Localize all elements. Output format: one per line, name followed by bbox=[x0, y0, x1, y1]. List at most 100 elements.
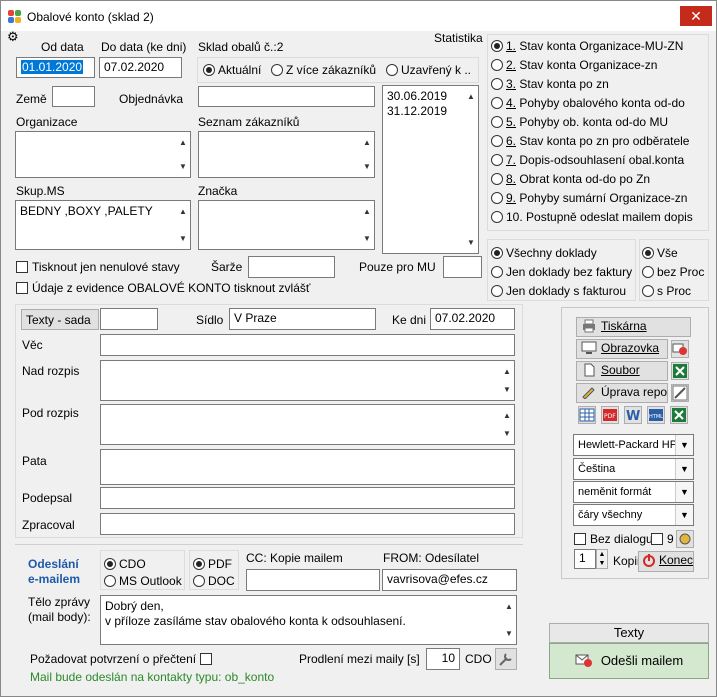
chevron-down-icon[interactable]: ▼ bbox=[675, 482, 693, 502]
scroll-down-icon[interactable]: ▼ bbox=[362, 159, 372, 174]
wrench-icon[interactable] bbox=[495, 648, 517, 670]
table-icon[interactable] bbox=[578, 406, 596, 424]
scrollbar[interactable]: ▲ ▼ bbox=[500, 361, 514, 400]
scrollbar[interactable]: ▲ ▼ bbox=[360, 132, 374, 177]
chevron-down-icon[interactable]: ▼ bbox=[675, 435, 693, 455]
settings-icon[interactable] bbox=[676, 530, 694, 548]
statistika-option-2[interactable]: 2. Stav konta Organizace-zn bbox=[491, 58, 657, 72]
do-data-input[interactable]: 07.02.2020 bbox=[99, 57, 182, 78]
statistika-option-1[interactable]: 1. Stav konta Organizace-MU-ZN bbox=[491, 39, 683, 53]
language-select[interactable]: Čeština ▼ bbox=[573, 458, 694, 480]
nad-rozpis-textarea[interactable]: ▲ ▼ bbox=[100, 360, 515, 401]
scrollbar[interactable]: ▲ ▼ bbox=[360, 201, 374, 249]
radio-uzavreny[interactable]: Uzavřený k .. bbox=[386, 63, 471, 77]
organizace-textarea[interactable]: ▲ ▼ bbox=[15, 131, 191, 178]
nenulove-checkbox[interactable]: Tisknout jen nenulové stavy bbox=[16, 260, 180, 274]
texty-sada-input[interactable] bbox=[100, 308, 158, 330]
scrollbar[interactable]: ▲ ▼ bbox=[464, 86, 478, 253]
scrollbar[interactable]: ▲ ▼ bbox=[176, 201, 190, 249]
scroll-up-icon[interactable]: ▲ bbox=[178, 204, 188, 219]
statistika-option-9[interactable]: 9. Pohyby sumární Organizace-zn bbox=[491, 191, 687, 205]
format-select[interactable]: neměnit formát ▼ bbox=[573, 481, 694, 503]
soubor-button[interactable]: Soubor bbox=[576, 361, 668, 381]
vec-input[interactable] bbox=[100, 334, 515, 356]
podepsal-input[interactable] bbox=[100, 487, 515, 509]
mail-body-textarea[interactable]: Dobrý den, v příloze zasíláme stav obalo… bbox=[100, 595, 517, 645]
statistika-option-8[interactable]: 8. Obrat konta od-do po Zn bbox=[491, 172, 650, 186]
mail-stamp-icon[interactable] bbox=[671, 340, 689, 358]
zeme-input[interactable] bbox=[52, 86, 95, 107]
objednavka-input[interactable] bbox=[198, 86, 375, 107]
sidlo-input[interactable]: V Praze bbox=[229, 308, 376, 330]
scroll-down-icon[interactable]: ▼ bbox=[178, 159, 188, 174]
scrollbar[interactable]: ▲ ▼ bbox=[176, 132, 190, 177]
statistika-option-4[interactable]: 4. Pohyby obalového konta od-do bbox=[491, 96, 685, 110]
scrollbar[interactable]: ▲ ▼ bbox=[500, 405, 514, 444]
scroll-up-icon[interactable]: ▲ bbox=[502, 364, 512, 379]
gear-icon[interactable]: ⚙ bbox=[7, 30, 21, 44]
close-button[interactable]: ✕ bbox=[680, 6, 712, 26]
uzaverky-list[interactable]: 30.06.2019 31.12.2019 ▲ ▼ bbox=[382, 85, 479, 254]
scroll-up-icon[interactable]: ▲ bbox=[466, 89, 476, 104]
printer-select[interactable]: Hewlett-Packard HP ▼ bbox=[573, 434, 694, 456]
list-item[interactable]: 31.12.2019 bbox=[387, 104, 474, 119]
statistika-option-10[interactable]: 10. Postupně odeslat mailem dopis bbox=[491, 210, 693, 224]
scroll-down-icon[interactable]: ▼ bbox=[504, 626, 514, 641]
scroll-down-icon[interactable]: ▼ bbox=[178, 231, 188, 246]
scroll-up-icon[interactable]: ▲ bbox=[178, 135, 188, 150]
scrollbar[interactable]: ▲ ▼ bbox=[502, 596, 516, 644]
chevron-down-icon[interactable]: ▼ bbox=[675, 505, 693, 525]
pouze-mu-input[interactable] bbox=[443, 256, 482, 278]
html-icon[interactable]: HTML bbox=[647, 406, 665, 424]
sarze-input[interactable] bbox=[248, 256, 335, 278]
konec-button[interactable]: Konec bbox=[638, 551, 694, 572]
radio-bez-proc[interactable]: bez Proc bbox=[642, 265, 704, 279]
odesli-mailem-button[interactable]: Odešli mailem bbox=[549, 643, 709, 679]
chevron-down-icon[interactable]: ▼ bbox=[675, 459, 693, 479]
scroll-up-icon[interactable]: ▲ bbox=[502, 408, 512, 423]
potvrzeni-checkbox[interactable] bbox=[200, 652, 216, 666]
radio-s-fakturou[interactable]: Jen doklady s fakturou bbox=[491, 284, 626, 298]
scroll-up-icon[interactable]: ▲ bbox=[362, 204, 372, 219]
word-icon[interactable]: W bbox=[624, 406, 642, 424]
scroll-down-icon[interactable]: ▼ bbox=[466, 235, 476, 250]
copies-input[interactable]: 1 bbox=[574, 549, 596, 569]
scroll-up-icon[interactable]: ▲ bbox=[362, 135, 372, 150]
scroll-down-icon[interactable]: ▼ bbox=[502, 426, 512, 441]
excel-export-icon[interactable] bbox=[670, 406, 688, 424]
prodleni-input[interactable]: 10 bbox=[426, 648, 460, 670]
bez-dialogu-checkbox[interactable]: Bez dialogu bbox=[574, 532, 653, 546]
scroll-down-icon[interactable]: ▼ bbox=[502, 382, 512, 397]
od-data-input[interactable]: 01.01.2020 bbox=[16, 57, 95, 78]
copies-spinner[interactable]: ▲ ▼ bbox=[596, 549, 608, 569]
tiskarna-button[interactable]: Tiskárna bbox=[576, 317, 691, 337]
radio-doc[interactable]: DOC bbox=[193, 574, 235, 588]
texty-button[interactable]: Texty bbox=[549, 623, 709, 643]
znacka-textarea[interactable]: ▲ ▼ bbox=[198, 200, 375, 250]
radio-pdf[interactable]: PDF bbox=[193, 557, 232, 571]
radio-bez-faktury[interactable]: Jen doklady bez faktury bbox=[491, 265, 632, 279]
radio-ms-outlook[interactable]: MS Outlook bbox=[104, 574, 182, 588]
pdf-icon[interactable]: PDF bbox=[601, 406, 619, 424]
radio-vsechny-doklady[interactable]: Všechny doklady bbox=[491, 246, 597, 260]
texty-sada-button[interactable]: Texty - sada bbox=[21, 309, 99, 330]
scroll-up-icon[interactable]: ▲ bbox=[504, 599, 514, 614]
lines-select[interactable]: čáry všechny ▼ bbox=[573, 504, 694, 526]
list-item[interactable]: 30.06.2019 bbox=[387, 89, 474, 104]
statistika-option-7[interactable]: 7. Dopis-odsouhlasení obal.konta bbox=[491, 153, 684, 167]
pata-textarea[interactable] bbox=[100, 449, 515, 485]
scroll-down-icon[interactable]: ▼ bbox=[362, 231, 372, 246]
radio-cdo[interactable]: CDO bbox=[104, 557, 146, 571]
nine-checkbox[interactable]: 9 bbox=[651, 532, 674, 546]
radio-s-proc[interactable]: s Proc bbox=[642, 284, 691, 298]
skupms-textarea[interactable]: BEDNY ,BOXY ,PALETY ▲ ▼ bbox=[15, 200, 191, 250]
statistika-option-6[interactable]: 6. Stav konta po zn pro odběratele bbox=[491, 134, 689, 148]
ke-dni-input[interactable]: 07.02.2020 bbox=[430, 308, 515, 330]
obrazovka-button[interactable]: Obrazovka bbox=[576, 339, 668, 359]
udaje-zvlast-checkbox[interactable]: Údaje z evidence OBALOVÉ KONTO tisknout … bbox=[16, 281, 310, 295]
seznam-zakazniku-textarea[interactable]: ▲ ▼ bbox=[198, 131, 375, 178]
statistika-option-5[interactable]: 5. Pohyby ob. konta od-do MU bbox=[491, 115, 668, 129]
uprava-reportu-button[interactable]: Úprava repor bbox=[576, 383, 668, 403]
cc-input[interactable] bbox=[246, 569, 380, 591]
pod-rozpis-textarea[interactable]: ▲ ▼ bbox=[100, 404, 515, 445]
